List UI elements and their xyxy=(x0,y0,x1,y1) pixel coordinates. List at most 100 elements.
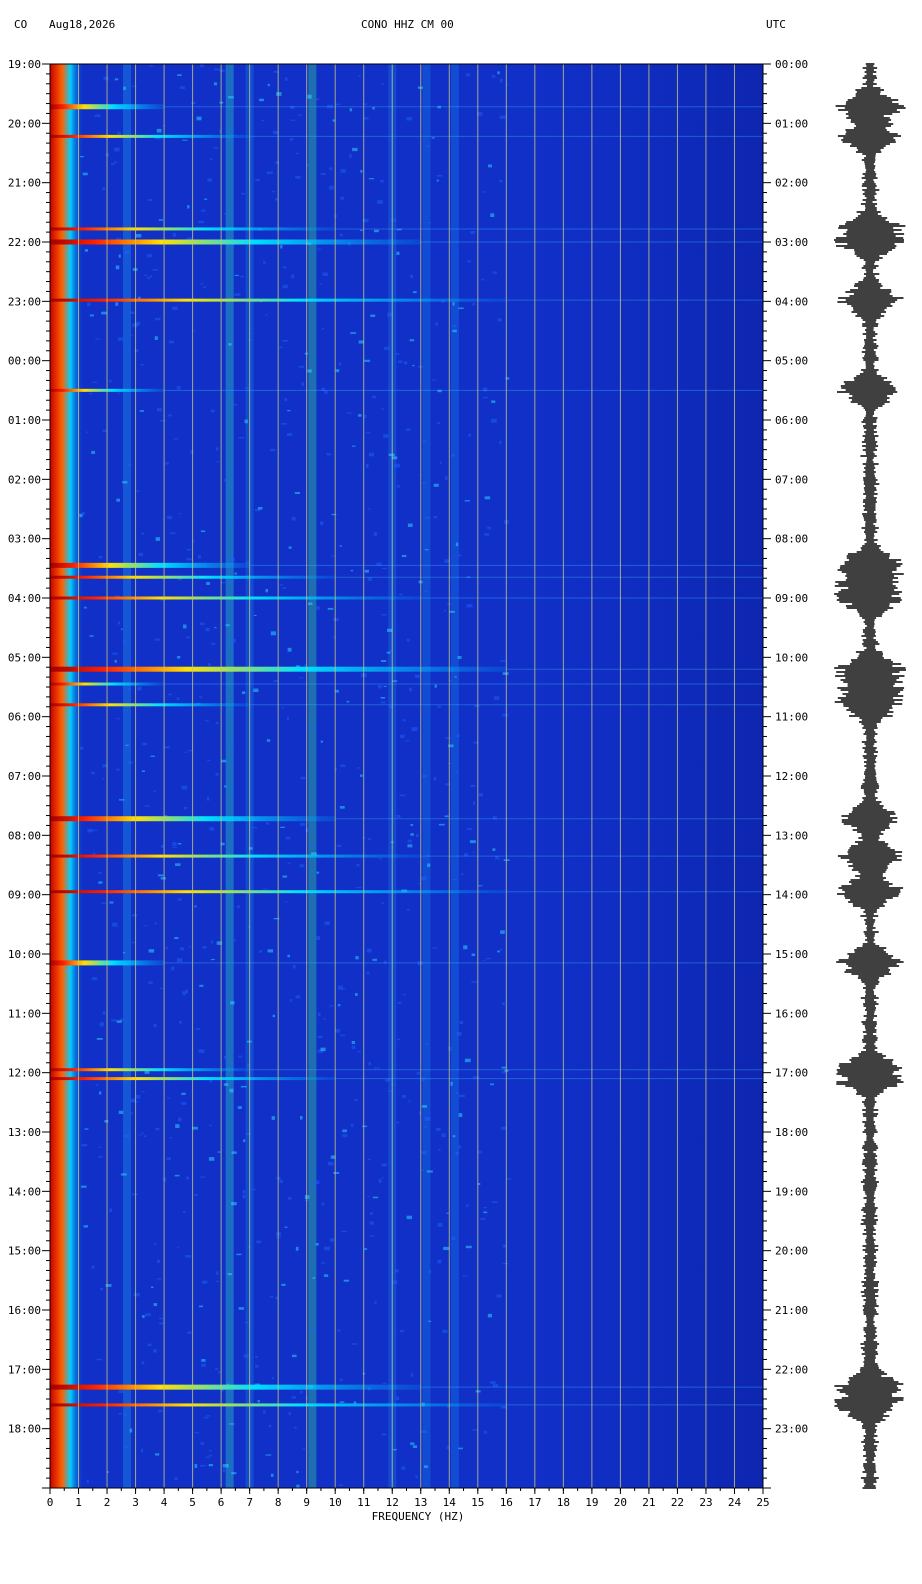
noise-speck xyxy=(84,249,89,252)
noise-speck xyxy=(85,431,89,433)
noise-speck xyxy=(455,542,459,547)
noise-speck xyxy=(172,306,178,310)
noise-speck xyxy=(95,338,101,340)
noise-speck xyxy=(233,403,238,406)
x-axis-title: FREQUENCY (HZ) xyxy=(372,1510,465,1523)
noise-speck xyxy=(372,107,375,110)
noise-speck xyxy=(273,680,279,682)
noise-speck xyxy=(91,381,98,383)
noise-speck xyxy=(203,286,206,289)
noise-speck xyxy=(451,1236,456,1240)
noise-speck xyxy=(431,947,438,949)
noise-speck xyxy=(363,1248,368,1250)
noise-speck xyxy=(472,1429,478,1431)
noise-speck xyxy=(82,511,85,516)
noise-speck xyxy=(455,1151,459,1156)
noise-speck xyxy=(234,293,241,296)
noise-speck xyxy=(461,873,464,875)
noise-speck xyxy=(487,526,491,530)
noise-speck xyxy=(282,587,286,589)
left-time-label: 12:00 xyxy=(8,1067,41,1080)
noise-speck xyxy=(339,233,343,237)
noise-speck xyxy=(360,774,363,777)
left-time-label: 18:00 xyxy=(8,1423,41,1436)
noise-speck xyxy=(143,925,148,927)
right-time-label: 10:00 xyxy=(775,651,808,664)
noise-speck xyxy=(111,652,118,655)
noise-speck xyxy=(427,863,431,867)
noise-speck xyxy=(217,1151,222,1153)
noise-speck xyxy=(497,71,500,75)
noise-speck xyxy=(492,848,496,852)
noise-speck xyxy=(336,844,342,847)
noise-speck xyxy=(320,172,326,175)
noise-speck xyxy=(329,1005,334,1007)
noise-speck xyxy=(280,245,283,249)
noise-speck xyxy=(471,981,478,983)
noise-speck xyxy=(167,515,172,520)
noise-speck xyxy=(398,593,404,596)
noise-speck xyxy=(324,921,331,925)
noise-speck xyxy=(202,1280,208,1284)
noise-speck xyxy=(300,1390,303,1394)
noise-speck xyxy=(500,930,505,934)
noise-speck xyxy=(381,83,385,85)
noise-speck xyxy=(159,987,163,990)
x-tick-label: 25 xyxy=(756,1496,769,1509)
noise-speck xyxy=(412,291,417,294)
noise-speck xyxy=(472,302,476,306)
right-time-label: 23:00 xyxy=(775,1423,808,1436)
noise-speck xyxy=(203,1417,209,1419)
noise-speck xyxy=(441,1133,446,1138)
noise-speck xyxy=(198,1049,205,1054)
noise-speck xyxy=(81,1185,87,1188)
noise-speck xyxy=(285,836,291,840)
noise-speck xyxy=(185,636,190,639)
noise-speck xyxy=(374,1300,377,1305)
noise-speck xyxy=(171,966,175,971)
noise-speck xyxy=(148,65,154,67)
noise-speck xyxy=(179,1020,182,1024)
x-tick-label: 15 xyxy=(471,1496,484,1509)
noise-speck xyxy=(288,862,291,865)
noise-speck xyxy=(114,659,117,663)
noise-speck xyxy=(201,1363,206,1367)
noise-speck xyxy=(499,660,506,662)
noise-speck xyxy=(231,1472,237,1475)
noise-speck xyxy=(373,229,379,233)
noise-speck xyxy=(219,69,225,72)
noise-speck xyxy=(463,945,468,950)
noise-speck xyxy=(500,78,503,83)
noise-speck xyxy=(300,822,306,826)
x-tick-label: 16 xyxy=(500,1496,513,1509)
noise-speck xyxy=(337,1329,341,1332)
noise-speck xyxy=(424,549,429,551)
noise-speck xyxy=(231,1151,237,1154)
noise-speck xyxy=(362,1125,368,1128)
noise-speck xyxy=(456,1031,462,1036)
noise-speck xyxy=(118,1110,124,1115)
noise-speck xyxy=(207,178,212,182)
noise-speck xyxy=(370,314,376,317)
noise-speck xyxy=(84,606,87,609)
noise-speck xyxy=(301,382,305,386)
noise-speck xyxy=(141,1091,145,1093)
noise-speck xyxy=(173,438,179,440)
left-time-label: 11:00 xyxy=(8,1007,41,1020)
noise-speck xyxy=(115,595,120,597)
noise-speck xyxy=(477,885,483,887)
noise-speck xyxy=(340,169,346,173)
noise-speck xyxy=(215,447,219,451)
noise-speck xyxy=(196,116,202,121)
noise-speck xyxy=(257,1400,260,1403)
noise-speck xyxy=(381,567,387,570)
noise-speck xyxy=(222,1463,229,1468)
trace-path xyxy=(834,63,906,1489)
noise-speck xyxy=(116,237,122,240)
noise-speck xyxy=(228,343,232,346)
noise-speck xyxy=(196,1028,201,1031)
noise-speck xyxy=(138,552,144,557)
noise-speck xyxy=(288,546,292,549)
noise-speck xyxy=(416,1071,420,1075)
noise-speck xyxy=(184,807,188,810)
